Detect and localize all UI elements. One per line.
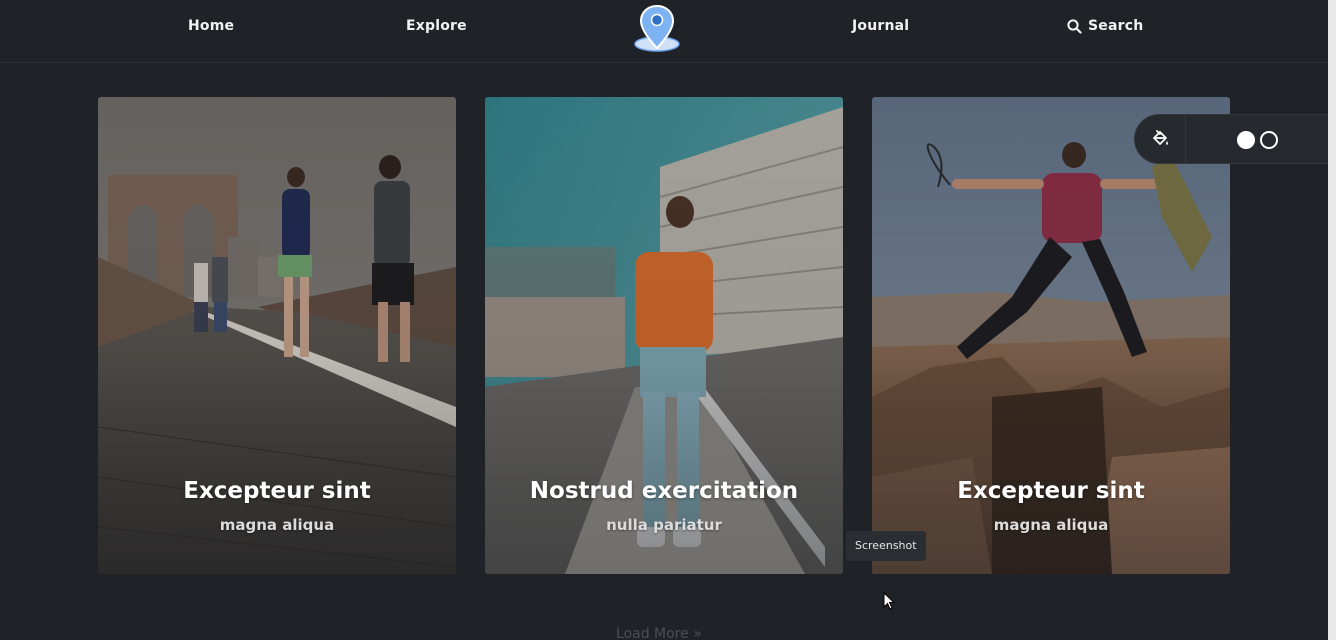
mouse-cursor-icon [883, 592, 895, 610]
paint-bucket-button[interactable] [1135, 115, 1185, 163]
load-more-link[interactable]: Load More » [616, 626, 702, 640]
map-pin-icon [634, 4, 680, 52]
nav-home-link[interactable]: Home [188, 18, 234, 34]
tooltip: Screenshot [846, 531, 926, 561]
card-2-subtitle: nulla pariatur [606, 516, 722, 534]
nav-explore-link[interactable]: Explore [406, 18, 467, 34]
scrollbar[interactable] [1328, 0, 1336, 640]
card-3[interactable]: Excepteur sint magna aliqua [872, 97, 1230, 574]
card-3-subtitle: magna aliqua [993, 516, 1109, 534]
card-2[interactable]: Nostrud exercitation nulla pariatur [485, 97, 843, 574]
top-nav: Home Explore Journal Search [0, 0, 1328, 63]
card-3-title: Excepteur sint [957, 478, 1145, 504]
card-2-title: Nostrud exercitation [529, 478, 799, 504]
nav-search-label: Search [1088, 18, 1144, 34]
logo[interactable] [632, 4, 682, 54]
nav-journal-link[interactable]: Journal [852, 18, 909, 34]
theme-switcher [1134, 114, 1336, 164]
theme-light-option[interactable] [1237, 131, 1255, 149]
page: Home Explore Journal Search Excepteur si… [0, 0, 1336, 640]
paint-bucket-icon [1153, 130, 1168, 145]
search-icon [1067, 18, 1082, 34]
card-1-title: Excepteur sint [183, 478, 371, 504]
nav-search-link[interactable]: Search [1067, 18, 1143, 34]
theme-dark-option[interactable] [1260, 131, 1278, 149]
card-1-subtitle: magna aliqua [219, 516, 335, 534]
card-1[interactable]: Excepteur sint magna aliqua [98, 97, 456, 574]
